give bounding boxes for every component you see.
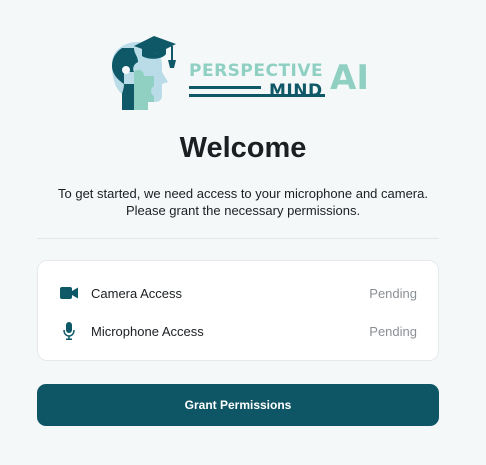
- microphone-icon: [59, 321, 79, 341]
- permission-row-camera: Camera Access Pending: [38, 282, 438, 304]
- app-logo: PERSPECTIVE MIND AI: [104, 34, 376, 114]
- logo-wordmark-perspective: PERSPECTIVE: [189, 61, 324, 81]
- head-puzzle-icon: [112, 36, 176, 110]
- subtitle-line-2: Please grant the necessary permissions.: [125, 203, 361, 218]
- divider: [37, 238, 439, 239]
- video-camera-icon: [59, 283, 79, 303]
- page-title: Welcome: [179, 132, 307, 164]
- permissions-card: Camera Access Pending Microphone Access …: [37, 260, 439, 361]
- camera-status-badge: Pending: [369, 285, 417, 301]
- subtitle-line-1: To get started, we need access to your m…: [58, 186, 428, 201]
- logo-wordmark-ai: AI: [330, 58, 369, 98]
- logo-underline-short: [189, 86, 261, 89]
- page-subtitle: To get started, we need access to your m…: [20, 185, 466, 219]
- permission-row-microphone: Microphone Access Pending: [38, 320, 438, 342]
- grant-permissions-button[interactable]: Grant Permissions: [37, 384, 439, 426]
- camera-access-label: Camera Access: [91, 285, 183, 301]
- microphone-status-badge: Pending: [369, 323, 417, 339]
- microphone-access-label: Microphone Access: [91, 323, 204, 339]
- logo-wordmark-mind: MIND: [269, 81, 323, 101]
